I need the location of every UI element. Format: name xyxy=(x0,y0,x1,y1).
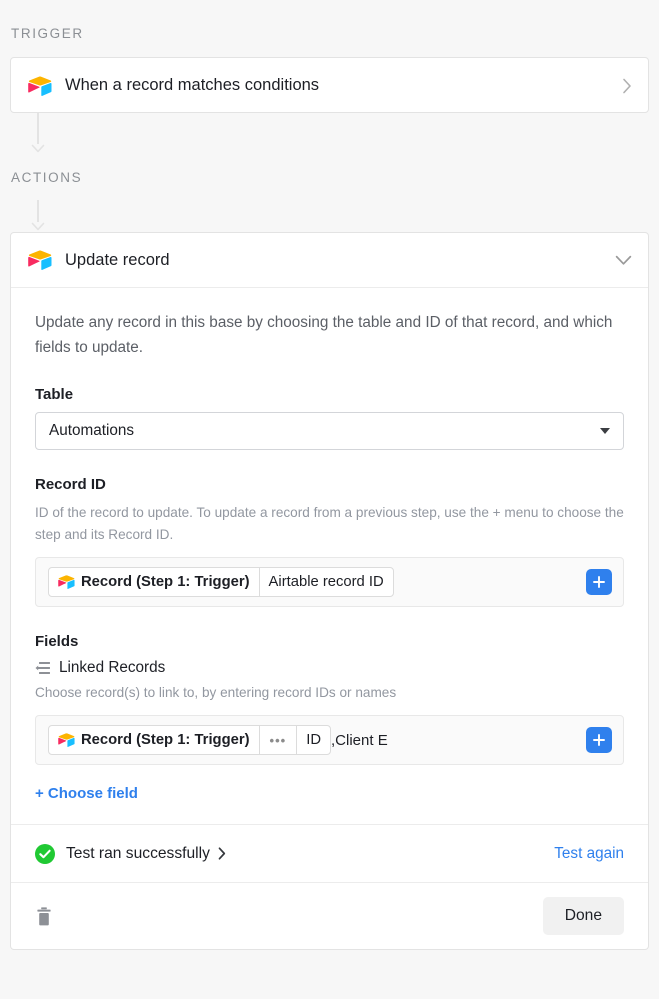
connector-arrow-trigger-to-actions xyxy=(30,112,46,156)
action-card-header[interactable]: Update record xyxy=(11,233,648,288)
done-button[interactable]: Done xyxy=(542,897,624,935)
trash-icon[interactable] xyxy=(36,906,52,926)
record-id-help-text: ID of the record to update. To update a … xyxy=(35,505,624,542)
table-field-label: Table xyxy=(35,386,74,403)
fields-label: Fields xyxy=(35,633,79,650)
arrow-down-icon xyxy=(31,222,45,231)
airtable-cube-icon xyxy=(28,75,52,96)
linked-records-add-button[interactable] xyxy=(586,727,612,753)
record-id-token-area[interactable]: Record (Step 1: Trigger) Airtable record… xyxy=(48,567,576,597)
choose-field-button[interactable]: + Choose field xyxy=(35,785,138,802)
linked-records-token-id-segment[interactable]: ID xyxy=(296,726,330,754)
linked-records-input[interactable]: Record (Step 1: Trigger) ••• ID ,Client … xyxy=(35,715,624,765)
record-id-field-label: Record ID xyxy=(35,476,106,493)
airtable-cube-icon xyxy=(58,733,75,747)
record-id-token[interactable]: Record (Step 1: Trigger) Airtable record… xyxy=(48,567,394,597)
actions-section-label: ACTIONS xyxy=(11,170,83,185)
linked-records-token-area[interactable]: Record (Step 1: Trigger) ••• ID ,Client … xyxy=(48,725,576,755)
linked-records-token-tail-text: ,Client E xyxy=(331,731,388,749)
action-title: Update record xyxy=(65,250,170,269)
record-id-token-step-label: Record (Step 1: Trigger) xyxy=(81,574,250,590)
trigger-section-label: TRIGGER xyxy=(11,26,84,41)
airtable-cube-icon xyxy=(58,575,75,589)
test-status-row: Test ran successfully Test again xyxy=(11,824,648,882)
test-status-text: Test ran successfully xyxy=(66,844,210,862)
chevron-right-icon[interactable] xyxy=(622,78,632,94)
linked-records-icon xyxy=(35,662,50,674)
table-select[interactable]: Automations xyxy=(35,412,624,450)
linked-records-token-ellipsis-segment[interactable]: ••• xyxy=(258,726,297,754)
linked-records-token[interactable]: Record (Step 1: Trigger) ••• ID xyxy=(48,725,332,755)
airtable-cube-icon xyxy=(28,250,52,270)
linked-records-field-header: Linked Records xyxy=(35,659,624,677)
chevron-down-icon[interactable] xyxy=(615,255,632,266)
table-select-value: Automations xyxy=(49,422,135,439)
connector-arrow-actions-to-card xyxy=(30,200,46,234)
linked-records-token-step-label: Record (Step 1: Trigger) xyxy=(81,732,250,748)
record-id-token-field-segment[interactable]: Airtable record ID xyxy=(258,568,393,596)
chevron-down-icon xyxy=(600,428,610,434)
linked-records-help-text: Choose record(s) to link to, by entering… xyxy=(35,685,397,700)
linked-records-field-name: Linked Records xyxy=(59,659,166,676)
action-footer: Done xyxy=(11,882,648,949)
arrow-down-icon xyxy=(31,144,45,153)
plus-icon xyxy=(593,734,605,746)
update-record-action-card: Update record Update any record in this … xyxy=(10,232,649,950)
trigger-card[interactable]: When a record matches conditions xyxy=(10,57,649,113)
plus-icon xyxy=(593,576,605,588)
record-id-add-button[interactable] xyxy=(586,569,612,595)
record-id-input[interactable]: Record (Step 1: Trigger) Airtable record… xyxy=(35,557,624,607)
record-id-token-step-segment[interactable]: Record (Step 1: Trigger) xyxy=(49,568,259,596)
action-description: Update any record in this base by choosi… xyxy=(35,314,613,356)
test-again-button[interactable]: Test again xyxy=(554,845,624,863)
chevron-right-icon[interactable] xyxy=(218,847,226,860)
trigger-title: When a record matches conditions xyxy=(65,76,320,94)
green-check-icon xyxy=(35,843,55,864)
trigger-card-header[interactable]: When a record matches conditions xyxy=(11,58,648,113)
linked-records-token-step-segment[interactable]: Record (Step 1: Trigger) xyxy=(49,726,259,754)
action-card-body: Update any record in this base by choosi… xyxy=(11,288,648,824)
test-status[interactable]: Test ran successfully xyxy=(35,843,554,864)
automation-editor-page: TRIGGER When a record matches conditions… xyxy=(0,0,659,999)
